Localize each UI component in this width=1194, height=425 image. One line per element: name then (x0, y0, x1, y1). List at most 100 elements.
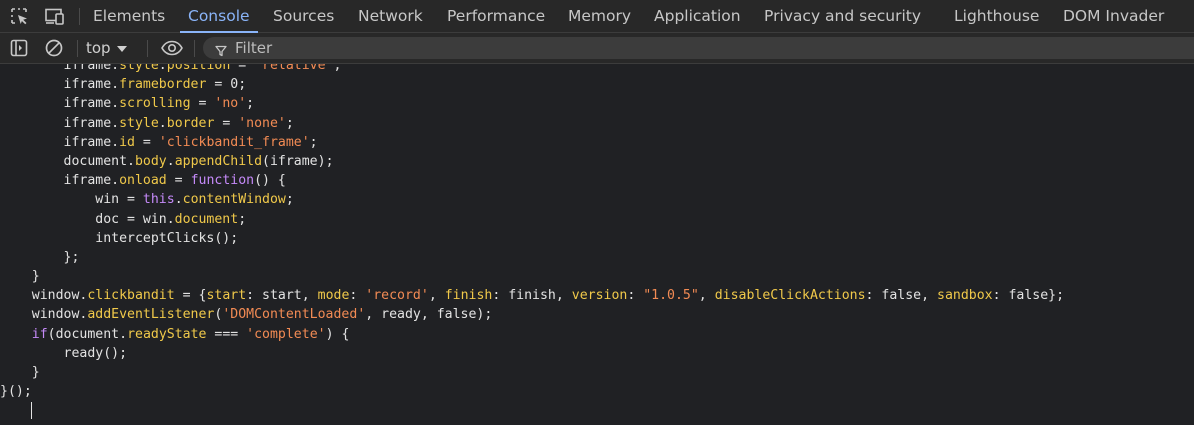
code-line: iframe.style.position = 'relative'; (0, 64, 1064, 75)
show-sidebar-icon[interactable] (9, 38, 29, 58)
code-token: contentWindow (182, 192, 286, 208)
code-token: = (230, 64, 255, 73)
code-token: . (158, 64, 167, 73)
code-line: ready(); (0, 344, 1064, 363)
clear-console-icon[interactable] (44, 38, 64, 58)
code-token: finish (444, 288, 493, 304)
tab-memory[interactable]: Memory (568, 0, 631, 33)
tab-privacy-and-security[interactable]: Privacy and security (764, 0, 921, 33)
code-token: , ready, false); (365, 307, 493, 323)
code-line: if(document.readyState === 'complete') { (0, 325, 1064, 344)
code-line: iframe.scrolling = 'no'; (0, 94, 1064, 113)
tab-performance[interactable]: Performance (447, 0, 545, 33)
code-token: }(); (0, 384, 32, 400)
code-token: , (428, 288, 445, 304)
code-token: "1.0.5" (643, 288, 699, 304)
code-token: = (166, 173, 191, 189)
code-line: window.clickbandit = {start: start, mode… (0, 286, 1064, 305)
code-line: interceptClicks(); (0, 229, 1064, 248)
code-token: iframe. (0, 134, 120, 150)
code-token: position (166, 64, 231, 73)
code-token: if (31, 326, 48, 342)
code-token: iframe. (0, 96, 120, 112)
code-token: ; (309, 134, 318, 150)
code-token: mode (317, 288, 350, 304)
code-token: appendChild (174, 153, 263, 169)
code-token: : (627, 288, 644, 304)
code-token: ; (238, 211, 247, 227)
code-token: interceptClicks(); (0, 230, 239, 246)
code-token: 'clickbandit_frame' (158, 134, 310, 150)
console-output[interactable]: iframe.style.position = 'relative'; ifra… (0, 64, 1194, 425)
code-token: iframe. (0, 77, 120, 93)
code-token: } (0, 365, 40, 380)
code-token: sandbox (937, 288, 993, 304)
code-token: border (166, 115, 215, 131)
filter-icon (215, 42, 227, 61)
code-line: }(); (0, 382, 1064, 401)
text-cursor (31, 402, 32, 419)
code-token: style (119, 64, 159, 73)
tab-network[interactable]: Network (358, 0, 423, 33)
code-token: 'DOMContentLoaded' (222, 307, 366, 323)
code-token: win = (0, 192, 143, 208)
code-token: frameborder (119, 77, 207, 93)
filter-input[interactable] (235, 37, 1135, 59)
tab-dom-invader[interactable]: DOM Invader (1063, 0, 1164, 33)
code-token: (document. (47, 326, 128, 342)
code-token: scrolling (119, 96, 191, 112)
code-token: = (134, 134, 159, 150)
console-toolbar: top (0, 33, 1194, 64)
tab-elements[interactable]: Elements (93, 0, 165, 33)
tab-console[interactable]: Console (180, 0, 258, 33)
code-token: style (119, 115, 159, 131)
code-line: doc = win.document; (0, 210, 1064, 229)
code-token: doc = win. (0, 211, 175, 227)
code-token: () { (254, 173, 286, 189)
device-toolbar-icon[interactable] (44, 6, 64, 26)
code-token: (iframe); (262, 153, 334, 169)
code-token: readyState (127, 326, 207, 342)
code-token: 'complete' (246, 326, 326, 342)
toolbar-separator (77, 40, 78, 57)
code-token: document. (0, 153, 135, 169)
code-line: }; (0, 248, 1064, 267)
code-token: addEventListener (87, 307, 215, 323)
code-token: : false, (865, 288, 938, 304)
code-token: = { (174, 288, 207, 304)
code-line: document.body.appendChild(iframe); (0, 152, 1064, 171)
tab-application[interactable]: Application (654, 0, 741, 33)
chevron-down-icon (116, 45, 127, 52)
code-token: : finish, (492, 288, 572, 304)
code-line: win = this.contentWindow; (0, 190, 1064, 209)
toolbar-separator (147, 40, 148, 57)
context-selector[interactable]: top (86, 33, 127, 63)
code-token: 'relative' (254, 64, 334, 73)
code-token: onload (119, 173, 167, 189)
code-token: ; (333, 64, 342, 73)
tab-lighthouse[interactable]: Lighthouse (954, 0, 1039, 33)
code-token: } (0, 269, 40, 285)
live-expression-eye-icon[interactable] (160, 38, 184, 58)
devtools-tab-bar: Elements Console Sources Network Performance… (0, 0, 1194, 33)
code-line: iframe.id = 'clickbandit_frame'; (0, 133, 1064, 152)
code-token: version (571, 288, 628, 304)
code-token: ; (285, 192, 294, 208)
toolbar-separator (194, 40, 195, 57)
code-token: function (190, 173, 255, 189)
code-token: ) { (325, 326, 350, 342)
filter-box[interactable] (203, 37, 1194, 59)
inspect-element-icon[interactable] (9, 6, 29, 26)
tab-sources[interactable]: Sources (273, 0, 334, 33)
code-token: id (119, 134, 135, 150)
code-token: window. (0, 288, 88, 304)
code-token: : (349, 288, 366, 304)
code-token: . (158, 115, 167, 131)
code-token: ready(); (0, 345, 128, 361)
console-code-block: iframe.style.position = 'relative'; ifra… (0, 64, 1064, 401)
code-line: iframe.onload = function() { (0, 171, 1064, 190)
code-token: document (174, 211, 239, 227)
code-line: window.addEventListener('DOMContentLoade… (0, 305, 1064, 324)
code-line: } (0, 267, 1064, 286)
code-line: iframe.frameborder = 0; (0, 75, 1064, 94)
